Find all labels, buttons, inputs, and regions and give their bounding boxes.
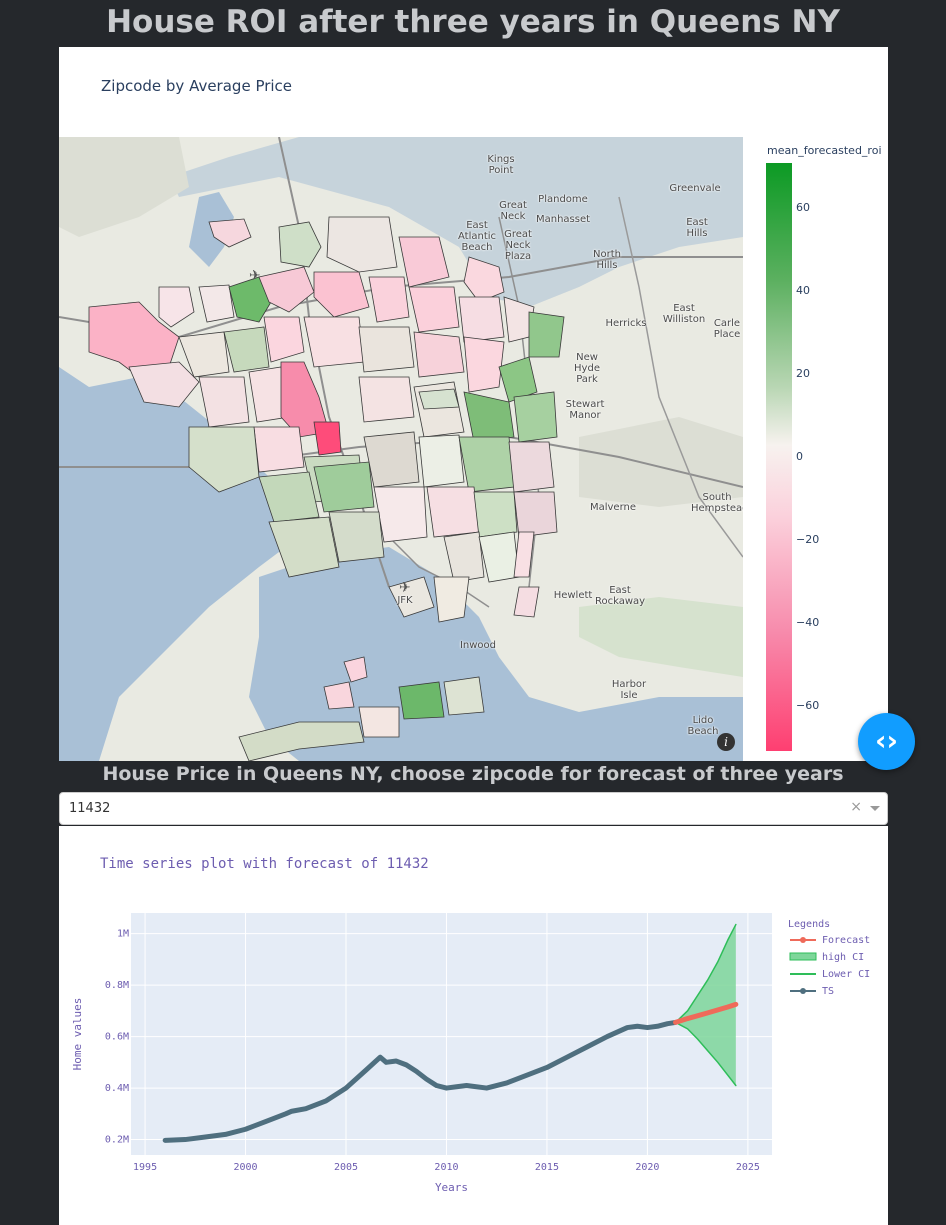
map-label: Stewart Manor bbox=[565, 399, 605, 421]
map-label: South Hempstead bbox=[691, 492, 743, 514]
svg-text:✈: ✈ bbox=[399, 580, 411, 596]
chevron-down-icon[interactable] bbox=[870, 806, 880, 811]
map-label: East Atlantic Beach bbox=[457, 220, 497, 253]
x-tick-label: 1995 bbox=[133, 1162, 157, 1173]
legend-item: Forecast bbox=[822, 935, 870, 946]
y-axis-title: Home values bbox=[71, 998, 84, 1071]
info-icon[interactable]: i bbox=[717, 733, 735, 751]
map-label: Great Neck bbox=[499, 200, 527, 222]
legend-item: Lower CI bbox=[822, 969, 870, 980]
y-tick-label: 0.6M bbox=[105, 1032, 129, 1043]
legend-item: TS bbox=[822, 986, 834, 997]
colorbar bbox=[766, 163, 792, 751]
legend-marker bbox=[800, 988, 806, 994]
map-label: Lido Beach bbox=[687, 715, 719, 737]
colorbar-tick: −40 bbox=[796, 616, 820, 629]
x-axis-title: Years bbox=[435, 1181, 468, 1194]
y-tick-label: 1M bbox=[117, 929, 129, 940]
map-label: Inwood bbox=[459, 640, 497, 651]
x-tick-label: 2015 bbox=[535, 1162, 559, 1173]
map-label: New Hyde Park bbox=[574, 352, 600, 385]
x-tick-label: 2005 bbox=[334, 1162, 358, 1173]
page-title: House ROI after three years in Queens NY bbox=[106, 4, 840, 40]
map-label: Harbor Isle bbox=[611, 679, 647, 701]
map-label: North Hills bbox=[593, 249, 621, 271]
plot-area bbox=[131, 913, 772, 1155]
colorbar-tick: −60 bbox=[796, 699, 820, 712]
y-tick-label: 0.2M bbox=[105, 1135, 129, 1146]
legend-marker bbox=[800, 937, 806, 943]
map-label: Kings Point bbox=[487, 154, 515, 176]
map-basemap: ✈ ✈ bbox=[59, 137, 743, 761]
x-tick-label: 2025 bbox=[736, 1162, 760, 1173]
map-label: East Rockaway bbox=[595, 585, 646, 607]
map-label: Carle Place bbox=[713, 318, 741, 340]
map-label: East Hills bbox=[686, 217, 708, 239]
map-label: Hewlett bbox=[553, 590, 593, 601]
colorbar-tick: −20 bbox=[796, 533, 820, 546]
colorbar-tick: 0 bbox=[796, 450, 803, 463]
map-label: Greenvale bbox=[669, 183, 721, 194]
x-tick-label: 2000 bbox=[233, 1162, 257, 1173]
map-label: Herricks bbox=[605, 318, 647, 329]
map-label: Manhasset bbox=[535, 214, 591, 225]
y-tick-label: 0.4M bbox=[105, 1083, 129, 1094]
ts-chart[interactable]: 1995 2000 2005 2010 2015 2020 2025 0.2M 0.4M 0.6M… bbox=[59, 826, 888, 1225]
y-tick-label: 0.8M bbox=[105, 980, 129, 991]
timeseries-card: Time series plot with forecast of 11432 … bbox=[59, 826, 888, 1225]
choropleth-map-card: Zipcode by Average Price ✈ ✈ Kings Point… bbox=[59, 47, 888, 761]
map-label: JFK bbox=[397, 595, 413, 606]
legend-title: Legends bbox=[788, 919, 830, 930]
zipcode-dropdown[interactable]: 11432 × bbox=[59, 792, 888, 825]
map-label: Great Neck Plaza bbox=[504, 229, 532, 262]
colorbar-tick: 20 bbox=[796, 367, 810, 380]
x-tick-label: 2020 bbox=[635, 1162, 659, 1173]
dropdown-selected-value: 11432 bbox=[69, 801, 111, 816]
code-toggle-icon: ‹› bbox=[874, 724, 899, 757]
legend-swatch bbox=[789, 952, 817, 961]
colorbar-tick: 60 bbox=[796, 201, 810, 214]
colorbar-tick: 40 bbox=[796, 284, 810, 297]
section-subtitle: House Price in Queens NY, choose zipcode… bbox=[102, 763, 844, 785]
map-label: Malverne bbox=[589, 502, 637, 513]
map-label: Plandome bbox=[538, 194, 588, 205]
svg-text:✈: ✈ bbox=[249, 268, 261, 284]
clear-icon[interactable]: × bbox=[850, 799, 862, 815]
colorbar-title: mean_forecasted_roi bbox=[767, 144, 882, 157]
map-card-title: Zipcode by Average Price bbox=[101, 77, 293, 95]
x-tick-label: 2010 bbox=[434, 1162, 458, 1173]
legend-item: high CI bbox=[822, 952, 864, 963]
map-label: East Williston bbox=[662, 303, 706, 325]
choropleth-map[interactable]: ✈ ✈ Kings Point Plandome Great Neck Manh… bbox=[59, 137, 743, 761]
